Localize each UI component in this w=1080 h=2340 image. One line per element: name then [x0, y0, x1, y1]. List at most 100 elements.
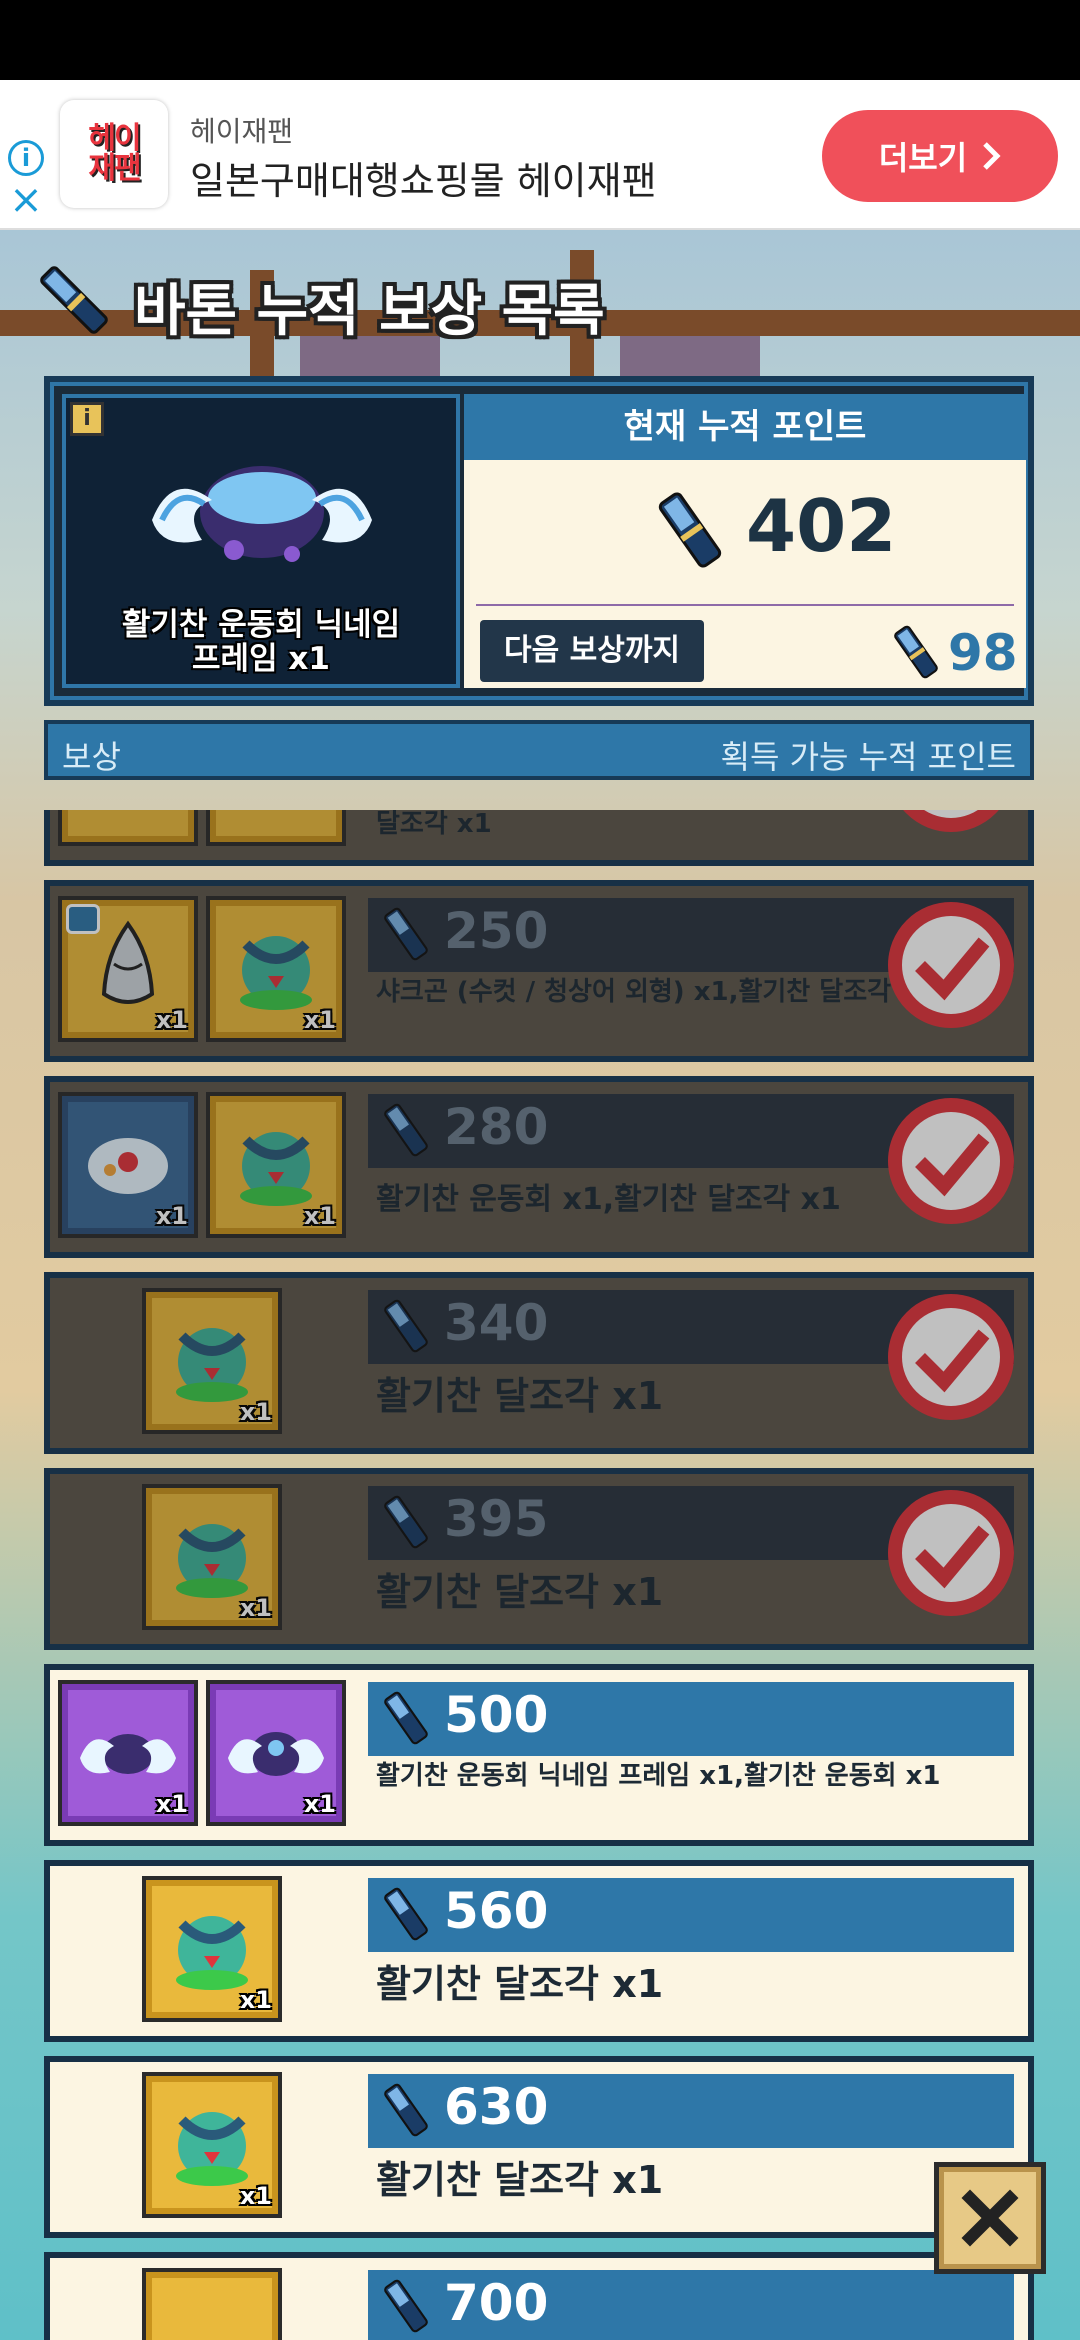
divider [476, 604, 1014, 606]
nickname-frame-icon [152, 466, 372, 562]
check-stamp-icon [888, 1490, 1014, 1616]
cost-bar: 700 [368, 2270, 1014, 2340]
info-icon[interactable]: i [70, 402, 104, 436]
sports-day-icon [88, 1138, 168, 1194]
reward-slot[interactable]: x1 [58, 1680, 198, 1826]
cost-value: 700 [444, 2274, 549, 2332]
quantity-label: x1 [303, 1006, 336, 1034]
ad-logo-line1: 헤이 [88, 121, 141, 156]
reward-slot[interactable]: x1 [142, 1288, 282, 1434]
baton-icon [384, 1691, 428, 1745]
reward-row[interactable]: x1 560 활기찬 달조각 x1 [44, 1860, 1034, 2042]
ad-banner[interactable]: i × 헤이 재팬 헤이재팬 일본구매대행쇼핑몰 헤이재팬 더보기 [0, 80, 1080, 230]
reward-row[interactable]: x1 340 활기찬 달조각 x1 [44, 1272, 1034, 1454]
ad-brand: 헤이재팬 [190, 115, 294, 148]
reward-description: 활기찬 운동회 닉네임 프레임 x1,활기찬 운동회 x1 [376, 1761, 941, 1791]
reward-row[interactable]: x1 395 활기찬 달조각 x1 [44, 1468, 1034, 1650]
reward-description: 활기찬 달조각 x1 [376, 2158, 664, 2202]
moon-piece-icon [176, 1916, 248, 1990]
quantity-label: x1 [303, 1202, 336, 1230]
reward-slot[interactable] [142, 2268, 282, 2340]
cost-value: 280 [444, 1098, 549, 1156]
reward-row[interactable]: x1 x1 250 샤크곤 (수컷 / 청상어 외형) x1,활기찬 달조각 x… [44, 880, 1034, 1062]
game-screen: 바톤 누적 보상 목록 i 활기찬 운동회 닉네임 프레임 x1 현재 누적 포… [0, 230, 1080, 2340]
close-x-icon [961, 2189, 1019, 2247]
ad-title[interactable]: 일본구매대행쇼핑몰 헤이재팬 [190, 150, 657, 205]
reward-slot[interactable]: x1 [142, 1876, 282, 2022]
quantity-label: x1 [303, 1790, 336, 1818]
reward-slot[interactable] [58, 810, 198, 846]
reward-row[interactable]: 700 [44, 2252, 1034, 2340]
cost-value: 500 [444, 1686, 549, 1744]
nickname-frame-icon [80, 1734, 176, 1774]
list-header-points: 획득 가능 누적 포인트 [720, 738, 1016, 776]
list-header: 보상 획득 가능 누적 포인트 [44, 720, 1034, 780]
current-reward-panel: i 활기찬 운동회 닉네임 프레임 x1 현재 누적 포인트 402 다음 보상… [44, 376, 1034, 706]
baton-icon [384, 2083, 428, 2137]
baton-icon [384, 907, 428, 961]
cost-value: 560 [444, 1882, 549, 1940]
reward-slot[interactable]: x1 [206, 1680, 346, 1826]
quantity-label: x1 [155, 1790, 188, 1818]
reward-row[interactable]: x1 x1 500 활기찬 운동회 닉네임 프레임 x1,활기찬 운동회 x1 [44, 1664, 1034, 1846]
next-reward-preview[interactable]: i 활기찬 운동회 닉네임 프레임 x1 [62, 394, 460, 688]
baton-icon [384, 1299, 428, 1353]
reward-row[interactable]: 달조각 x1 [44, 810, 1034, 866]
reward-slot[interactable]: x1 [142, 2072, 282, 2218]
cost-bar: 500 [368, 1682, 1014, 1756]
moon-piece-icon [240, 936, 312, 1010]
baton-icon [40, 266, 108, 334]
reward-slot[interactable]: x1 [206, 896, 346, 1042]
ad-more-label: 더보기 [878, 139, 968, 177]
cost-value: 630 [444, 2078, 549, 2136]
check-stamp-icon [903, 810, 999, 832]
reward-list[interactable]: 달조각 x1 x1 x1 250 샤크곤 (수컷 / 청상어 외형) x1,활기… [44, 810, 1034, 2340]
cost-bar: 560 [368, 1878, 1014, 1952]
moon-piece-icon [176, 1524, 248, 1598]
page-title: 바톤 누적 보상 목록 [134, 279, 605, 344]
ad-more-button[interactable]: 더보기 [822, 110, 1058, 202]
quantity-label: x1 [239, 1986, 272, 2014]
reward-description: 활기찬 달조각 x1 [376, 1962, 664, 2006]
cost-bar: 630 [368, 2074, 1014, 2148]
reward-row[interactable]: x1 x1 280 활기찬 운동회 x1,활기찬 달조각 x1 [44, 1076, 1034, 1258]
quantity-label: x1 [239, 1594, 272, 1622]
check-stamp-icon [888, 1098, 1014, 1224]
moon-piece-icon [176, 2112, 248, 2186]
quantity-label: x1 [155, 1006, 188, 1034]
check-stamp-icon [888, 902, 1014, 1028]
reward-slot[interactable] [206, 810, 346, 846]
cost-value: 340 [444, 1294, 549, 1352]
list-header-reward: 보상 [62, 738, 121, 776]
baton-icon [384, 1495, 428, 1549]
current-points: 402 [746, 484, 897, 568]
status-bar [0, 0, 1080, 80]
quantity-label: x1 [239, 1398, 272, 1426]
next-reward-label: 다음 보상까지 [480, 620, 704, 682]
moon-piece-icon [176, 1328, 248, 1402]
sports-day-icon [228, 1732, 324, 1776]
moon-piece-icon [240, 1132, 312, 1206]
reward-slot[interactable]: x1 [206, 1092, 346, 1238]
reward-slot[interactable]: x1 [58, 896, 198, 1042]
ad-logo[interactable]: 헤이 재팬 [60, 100, 168, 208]
reward-row[interactable]: x1 630 활기찬 달조각 x1 [44, 2056, 1034, 2238]
points-box: 현재 누적 포인트 402 다음 보상까지 98 [464, 394, 1026, 688]
baton-icon [658, 492, 722, 568]
close-icon[interactable]: × [8, 180, 44, 220]
reward-slot[interactable]: x1 [142, 1484, 282, 1630]
baton-icon [894, 625, 938, 679]
chevron-right-icon [983, 142, 1001, 170]
cost-value: 395 [444, 1490, 549, 1548]
info-icon[interactable]: i [8, 140, 44, 176]
points-header: 현재 누적 포인트 [464, 394, 1026, 460]
points-to-next-reward: 98 [948, 624, 1018, 682]
ad-logo-line2: 재팬 [88, 151, 141, 186]
baton-icon [384, 1103, 428, 1157]
close-button[interactable] [934, 2162, 1046, 2274]
check-stamp-icon [888, 1294, 1014, 1420]
preview-reward-name: 활기찬 운동회 닉네임 프레임 x1 [121, 607, 401, 677]
reward-slot[interactable]: x1 [58, 1092, 198, 1238]
baton-icon [384, 2279, 428, 2333]
baton-icon [384, 1887, 428, 1941]
